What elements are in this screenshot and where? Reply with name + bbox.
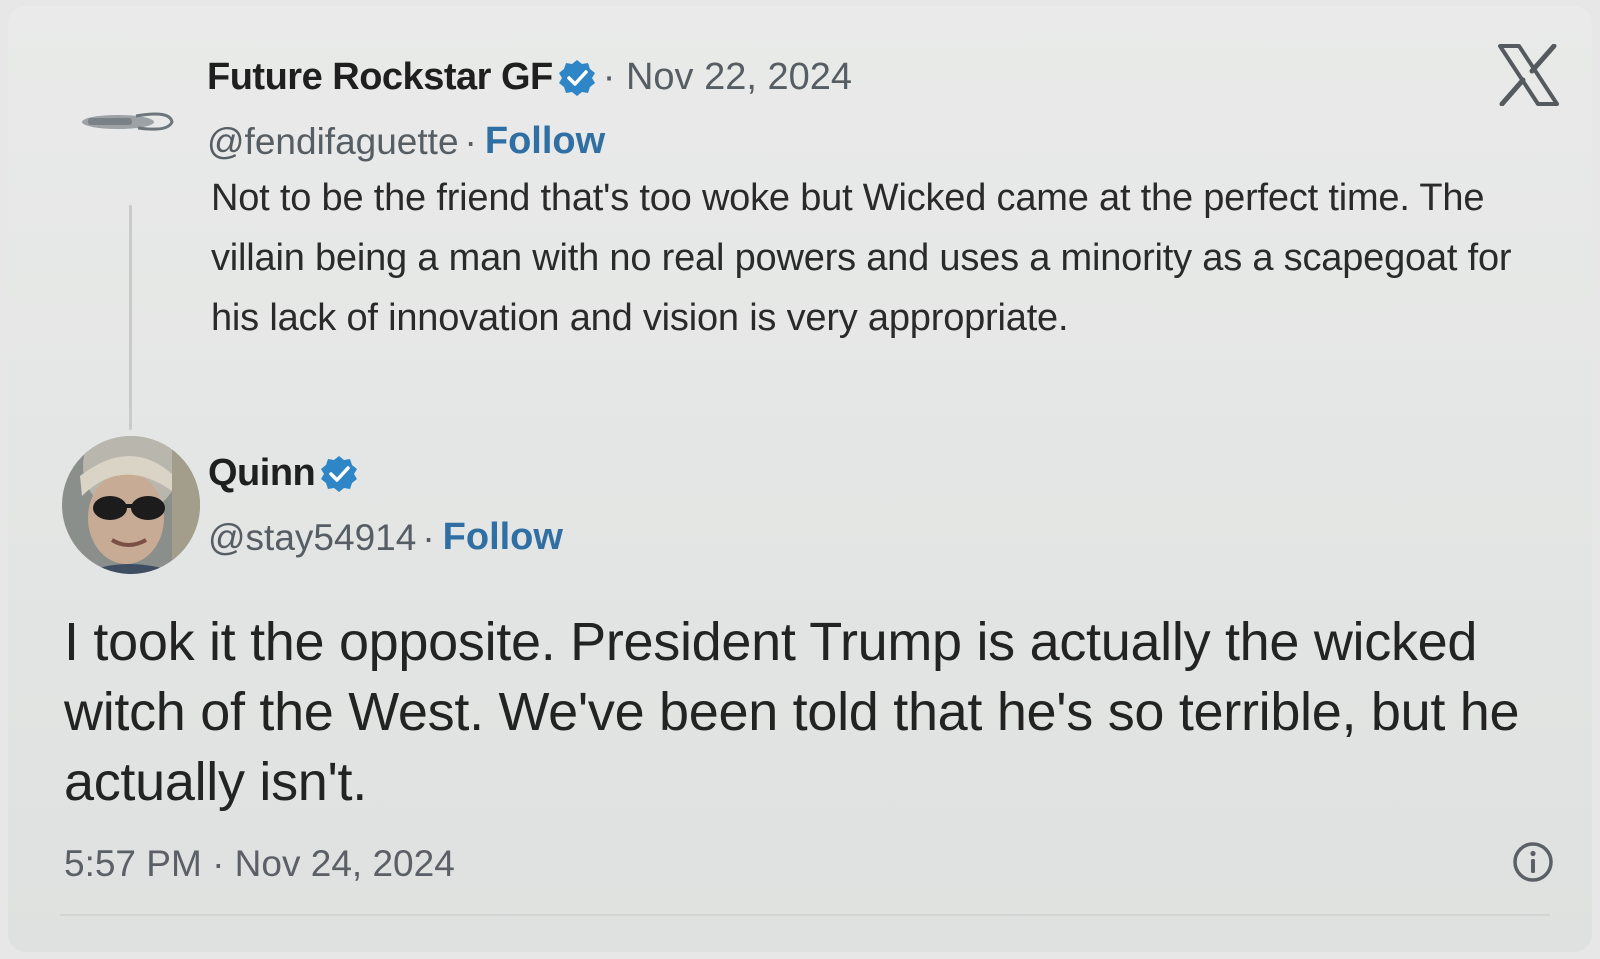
- verified-badge-icon: [321, 455, 358, 492]
- separator-dot: ·: [464, 120, 477, 162]
- quoted-tweet-date[interactable]: · Nov 22, 2024: [603, 56, 852, 99]
- quoted-handle-row: @fendifaguette · Follow: [207, 120, 605, 163]
- tweet-timestamp[interactable]: 5:57 PM · Nov 24, 2024: [64, 843, 455, 885]
- verified-badge-icon: [558, 59, 595, 96]
- quoted-handle[interactable]: @fendifaguette: [207, 121, 459, 163]
- thread-connector-line: [129, 205, 132, 430]
- separator-dot: ·: [422, 516, 435, 558]
- reply-tweet-header: Quinn: [208, 452, 359, 495]
- reply-handle[interactable]: @stay54914: [208, 517, 416, 559]
- reply-display-name[interactable]: Quinn: [208, 452, 316, 495]
- quoted-tweet-header: Future Rockstar GF · Nov 22, 2024: [207, 56, 852, 99]
- avatar[interactable]: [62, 436, 200, 574]
- reply-tweet-text: I took it the opposite. President Trump …: [64, 612, 1520, 812]
- quoted-tweet-text: Not to be the friend that's too woke but…: [211, 177, 1512, 339]
- quoted-avatar[interactable]: [78, 108, 178, 136]
- reply-handle-row: @stay54914 · Follow: [208, 516, 563, 559]
- x-logo-icon[interactable]: [1497, 44, 1559, 106]
- info-icon[interactable]: [1511, 840, 1555, 884]
- divider: [60, 914, 1550, 916]
- quoted-display-name[interactable]: Future Rockstar GF: [207, 56, 553, 99]
- reply-follow-button[interactable]: Follow: [443, 516, 563, 559]
- quoted-follow-button[interactable]: Follow: [485, 120, 605, 163]
